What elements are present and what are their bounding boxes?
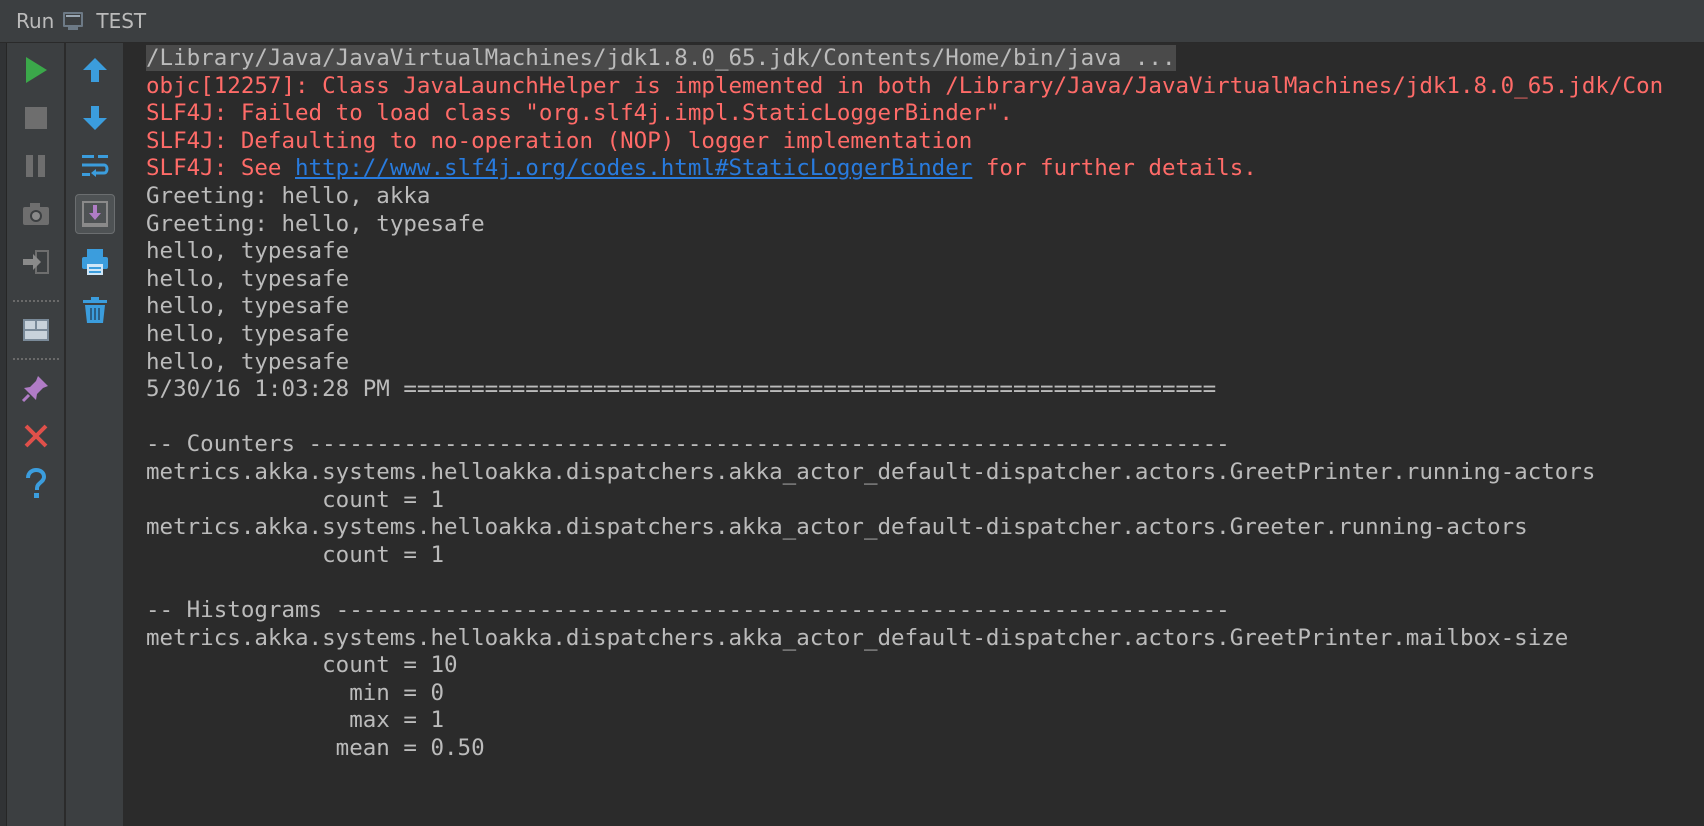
console-output-line: -- Counters ----------------------------… [146,431,1230,458]
dump-threads-button[interactable] [16,194,56,234]
pin-icon [21,376,48,403]
help-icon [26,468,47,498]
console-output-line: hello, typesafe [146,321,350,347]
toolbar-separator [13,300,59,302]
print-button[interactable] [75,242,115,282]
run-title: Run [16,9,55,33]
console-output[interactable]: /Library/Java/JavaVirtualMachines/jdk1.8… [124,43,1704,826]
up-arrow-icon [83,58,107,82]
left-edge [0,43,7,826]
console-output-line: count = 1 [146,486,445,513]
camera-icon [23,203,49,225]
stop-icon [25,107,47,129]
down-the-stack-button[interactable] [75,98,115,138]
up-the-stack-button[interactable] [75,50,115,90]
console-output-line: 5/30/16 1:03:28 PM =====================… [146,376,1217,403]
run-tool-window-header: Run TEST [0,0,1704,43]
run-toolbar-secondary [66,43,124,826]
restore-layout-button[interactable] [16,242,56,282]
soft-wrap-button[interactable] [75,146,115,186]
close-button[interactable] [16,416,56,456]
help-button[interactable] [16,464,56,504]
scroll-to-end-button[interactable] [75,194,115,234]
rerun-button[interactable] [16,50,56,90]
login-icon [23,250,49,274]
close-icon [24,424,48,448]
pin-tab-button[interactable] [16,368,56,408]
layout-button[interactable] [16,310,56,350]
console-output-line: metrics.akka.systems.helloakka.dispatche… [146,624,1569,651]
console-error-line: SLF4J: See http://www.slf4j.org/codes.ht… [146,153,1257,183]
console-error-line: SLF4J: Defaulting to no-operation (NOP) … [146,127,973,154]
down-arrow-icon [83,106,107,130]
clear-all-button[interactable] [75,290,115,330]
error-text: SLF4J: See [146,155,296,182]
console-output-line: hello, typesafe [146,348,350,375]
console-output-line: hello, typesafe [146,265,350,292]
console-output-line: min = 0 [146,679,445,706]
console-output-line: -- Histograms --------------------------… [146,597,1230,623]
console-output-line: Greeting: hello, typesafe [146,210,485,237]
pause-button[interactable] [16,146,56,186]
trash-icon [83,297,107,323]
console-output-line: Greeting: hello, akka [146,183,431,209]
console-output-line: hello, typesafe [146,238,350,265]
print-icon [82,249,108,275]
scroll-to-end-icon [82,201,108,227]
stop-button[interactable] [16,98,56,138]
console-output-line: count = 10 [146,652,458,679]
console-output-line: metrics.akka.systems.helloakka.dispatche… [146,514,1528,541]
toolbar-separator [13,358,59,360]
slf4j-link[interactable]: http://www.slf4j.org/codes.html#StaticLo… [295,155,972,181]
console-output-line: count = 1 [146,541,445,568]
console-output-line: metrics.akka.systems.helloakka.dispatche… [146,459,1596,485]
run-toolbar-primary [7,43,65,826]
console-output-line: mean = 0.50 [146,735,485,761]
console-output-line: max = 1 [146,707,445,734]
command-text: /Library/Java/JavaVirtualMachines/jdk1.8… [146,45,1176,71]
soft-wrap-icon [82,155,109,177]
rerun-icon [26,57,47,83]
console-command-line: /Library/Java/JavaVirtualMachines/jdk1.8… [146,43,1176,73]
error-text: for further details. [972,155,1257,182]
pause-icon [26,155,45,177]
layout-icon [23,319,49,341]
console-error-line: objc[12257]: Class JavaLaunchHelper is i… [146,72,1664,99]
run-config-name[interactable]: TEST [96,9,146,33]
console-output-line: hello, typesafe [146,293,350,320]
console-error-line: SLF4J: Failed to load class "org.slf4j.i… [146,100,1013,127]
run-config-icon [62,10,88,32]
